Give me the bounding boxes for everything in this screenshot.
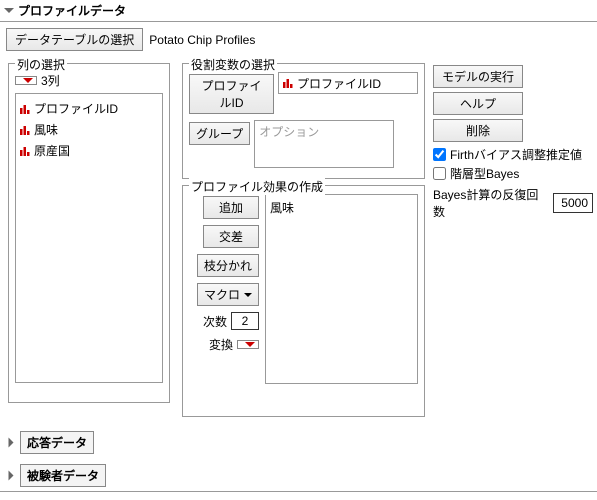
role-select-fieldset: 役割変数の選択 プロファイルID プロファイルID グループ オプション — [182, 63, 425, 179]
disclosure-icon — [9, 471, 14, 481]
help-button[interactable]: ヘルプ — [433, 92, 523, 115]
section-subject-header[interactable]: 被験者データ — [0, 462, 597, 492]
chevron-down-icon — [23, 78, 33, 83]
data-table-value: Potato Chip Profiles — [149, 33, 255, 47]
column-count-menu[interactable] — [15, 76, 37, 85]
column-select-legend: 列の選択 — [15, 56, 67, 73]
run-button[interactable]: モデルの実行 — [433, 65, 523, 88]
response-data-label: 応答データ — [20, 431, 94, 454]
section-response-header[interactable]: 応答データ — [0, 429, 597, 456]
chevron-down-icon — [244, 293, 252, 297]
transform-label: 変換 — [209, 336, 233, 353]
bayes-iter-label: Bayes計算の反復回数 — [433, 186, 549, 220]
page-title: プロファイルデータ — [18, 2, 126, 19]
firth-checkbox[interactable] — [433, 148, 446, 161]
add-button[interactable]: 追加 — [203, 196, 259, 219]
column-count-label: 3列 — [41, 72, 60, 89]
list-item[interactable]: 原産国 — [20, 140, 158, 161]
remove-button[interactable]: 削除 — [433, 119, 523, 142]
column-listbox[interactable]: プロファイルID 風味 原産国 — [15, 93, 163, 383]
subject-data-label: 被験者データ — [20, 464, 106, 487]
hier-bayes-checkbox[interactable] — [433, 167, 446, 180]
firth-label: Firthバイアス調整推定値 — [450, 146, 582, 163]
section-profile-data-header: プロファイルデータ — [0, 0, 597, 22]
group-field[interactable]: オプション — [254, 120, 394, 168]
list-item[interactable]: 風味 — [270, 199, 413, 216]
hier-bayes-label: 階層型Bayes — [450, 165, 519, 182]
list-item[interactable]: プロファイルID — [20, 98, 158, 119]
degree-label: 次数 — [203, 313, 227, 330]
transform-menu[interactable] — [237, 340, 259, 349]
group-button[interactable]: グループ — [189, 122, 250, 145]
hier-bayes-checkbox-row[interactable]: 階層型Bayes — [433, 165, 593, 182]
column-select-fieldset: 列の選択 3列 プロファイルID 風味 原産国 — [8, 63, 170, 403]
role-select-legend: 役割変数の選択 — [189, 56, 277, 73]
effects-listbox[interactable]: 風味 — [265, 194, 418, 384]
profile-id-button[interactable]: プロファイルID — [189, 74, 274, 114]
bayes-iter-input[interactable] — [553, 193, 593, 213]
disclosure-icon — [9, 438, 14, 448]
profile-id-field[interactable]: プロファイルID — [278, 72, 418, 94]
nest-button[interactable]: 枝分かれ — [197, 254, 259, 277]
list-item[interactable]: 風味 — [20, 119, 158, 140]
profile-effects-fieldset: プロファイル効果の作成 追加 交差 枝分かれ マクロ 次数 変換 — [182, 185, 425, 417]
degree-input[interactable] — [231, 312, 259, 330]
firth-checkbox-row[interactable]: Firthバイアス調整推定値 — [433, 146, 593, 163]
chevron-down-icon — [245, 342, 255, 347]
bar-icon — [20, 125, 30, 135]
cross-button[interactable]: 交差 — [203, 225, 259, 248]
data-table-row: データテーブルの選択 Potato Chip Profiles — [0, 22, 597, 57]
disclosure-icon[interactable] — [4, 8, 14, 13]
macro-button[interactable]: マクロ — [197, 283, 259, 306]
bar-icon — [20, 104, 30, 114]
data-table-picker-button[interactable]: データテーブルの選択 — [6, 28, 143, 51]
profile-effects-legend: プロファイル効果の作成 — [189, 178, 325, 195]
bar-icon — [20, 146, 30, 156]
bar-icon — [283, 78, 293, 88]
